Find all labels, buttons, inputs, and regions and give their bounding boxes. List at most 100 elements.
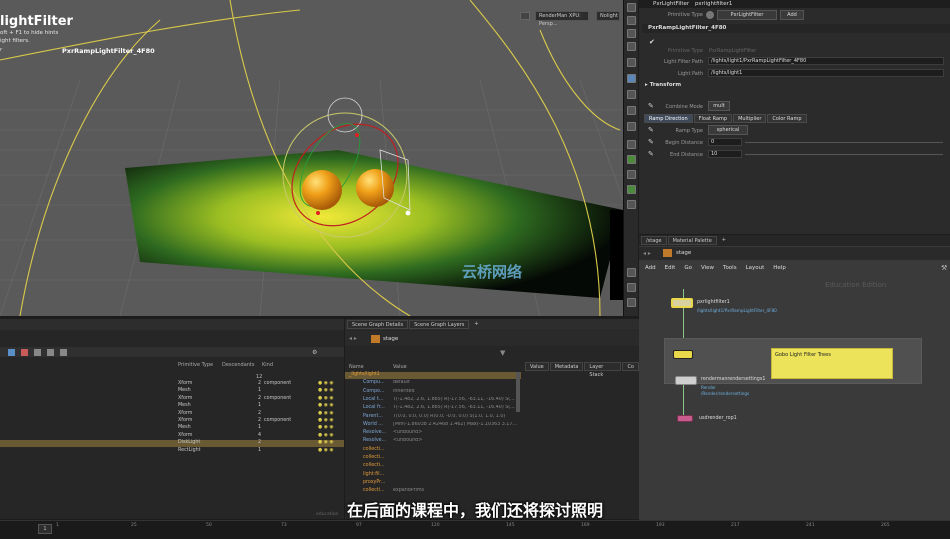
sort-icon[interactable]	[47, 348, 54, 356]
lock-icon[interactable]	[627, 42, 636, 51]
isolate-icon[interactable]	[627, 200, 636, 209]
wrench-icon[interactable]: ⚒	[941, 264, 947, 272]
render-settings-node[interactable]	[675, 376, 697, 385]
detail-row[interactable]: Local fr... T(-1.482, 2.6, 1.865) R(-17.5…	[345, 405, 521, 412]
scene-viewport[interactable]: lightFilter oft + F1 to hide hints ight …	[0, 0, 623, 316]
camera-icon[interactable]	[627, 29, 636, 38]
ghost-icon[interactable]	[627, 170, 636, 179]
detail-row[interactable]: Compu... default	[345, 380, 521, 387]
usdrender-rop-node[interactable]	[677, 415, 693, 422]
table-row[interactable]: Xform 2 component ● ◉ ◉	[0, 418, 344, 425]
tab-color-ramp[interactable]: Color Ramp	[767, 114, 807, 123]
visibility-icon[interactable]	[627, 155, 636, 164]
handle-icon[interactable]	[627, 268, 636, 277]
tab-co[interactable]: Co	[622, 362, 639, 371]
primitive-type-menu[interactable]: PxrLightFilter	[717, 10, 777, 20]
detail-row[interactable]: World ... [Min(-1.86038 2.42468 1.462) Ma…	[345, 422, 521, 429]
selected-node[interactable]	[673, 350, 693, 359]
search-icon[interactable]	[60, 348, 67, 356]
table-row[interactable]: Mesh 1 ● ◉ ◉	[0, 425, 344, 432]
renderer-menu[interactable]: RenderMan XPU: Persp...	[535, 11, 589, 27]
render-icon[interactable]	[627, 140, 636, 149]
detail-row[interactable]: Resolve... <unbound>	[345, 430, 521, 437]
filter-section-header[interactable]: PxrRampLightFilter_4F80	[642, 24, 950, 33]
tab-metadata[interactable]: Metadata	[549, 362, 584, 371]
render-icon[interactable]	[21, 348, 28, 356]
light-path-field[interactable]: /lights/light1	[708, 69, 944, 77]
detail-row[interactable]: Resolve... <unbound>	[345, 438, 521, 445]
back-arrow-icon[interactable]: ◂ ▸	[349, 335, 357, 342]
visibility-icon[interactable]: ● ◉ ◉	[318, 448, 334, 453]
snapshot-icon[interactable]	[627, 298, 636, 307]
menu-layout[interactable]: Layout	[746, 265, 765, 271]
pxrlightfilter-node[interactable]	[671, 298, 693, 308]
filter-icon[interactable]	[34, 348, 41, 356]
detail-row[interactable]: proxyPr...	[345, 480, 521, 487]
visibility-icon[interactable]: ● ◉ ◉	[318, 433, 334, 438]
column-name[interactable]: Name	[349, 364, 364, 370]
tab-scene-graph-layers[interactable]: Scene Graph Layers	[409, 320, 470, 329]
column-kind[interactable]: Kind	[262, 362, 273, 368]
snap-icon[interactable]	[627, 122, 636, 131]
end-distance-field[interactable]: 10	[708, 150, 742, 158]
detail-row[interactable]: _lights/light1	[345, 372, 521, 379]
visibility-icon[interactable]: ● ◉ ◉	[318, 440, 334, 445]
table-row[interactable]: Xform 2 component ● ◉ ◉	[0, 396, 344, 403]
wireframe-icon[interactable]	[627, 90, 636, 99]
timeline[interactable]: 1 1 25 50 73 97 120 145 169 193 217 241 265	[0, 520, 950, 538]
begin-distance-slider[interactable]	[745, 142, 943, 143]
details-path[interactable]: stage	[383, 336, 398, 342]
ramp-type-menu[interactable]: spherical	[708, 125, 748, 135]
visibility-icon[interactable]: ● ◉ ◉	[318, 388, 334, 393]
visibility-icon[interactable]: ● ◉ ◉	[318, 411, 334, 416]
column-primitive-type[interactable]: Primitive Type	[178, 362, 213, 368]
visibility-icon[interactable]: ● ◉ ◉	[318, 418, 334, 423]
table-row[interactable]: Xform 4 ● ◉ ◉	[0, 433, 344, 440]
checkbox-icon[interactable]: ✔	[649, 38, 655, 46]
gear-icon[interactable]	[627, 3, 636, 12]
bbox-icon[interactable]	[627, 185, 636, 194]
grid-icon[interactable]	[627, 106, 636, 115]
add-button[interactable]: Add	[780, 10, 804, 20]
begin-distance-field[interactable]: 0	[708, 138, 742, 146]
column-value[interactable]: Value	[393, 364, 407, 370]
menu-go[interactable]: Go	[684, 265, 692, 271]
visibility-icon[interactable]: ● ◉ ◉	[318, 396, 334, 401]
detail-row[interactable]: Parent... T(0.0, 0.0, 0.0) R(0.0, -0.0, 0…	[345, 414, 521, 421]
detail-row[interactable]: collecti...	[345, 447, 521, 454]
pose-icon[interactable]	[627, 283, 636, 292]
camera-icon[interactable]	[520, 12, 530, 20]
gear-icon[interactable]: ⚙	[312, 349, 317, 356]
display-menu[interactable]: Nolight	[596, 11, 620, 21]
column-descendants[interactable]: Descendants	[222, 362, 255, 368]
menu-tools[interactable]: Tools	[723, 265, 737, 271]
sticky-note[interactable]: Gobo Light Filter Trees	[771, 348, 893, 379]
detail-row[interactable]: light:fil...	[345, 472, 521, 479]
combine-mode-menu[interactable]: mult	[708, 101, 730, 111]
node-name[interactable]: pxrlightfilter1	[695, 1, 733, 7]
tab-float-ramp[interactable]: Float Ramp	[693, 114, 733, 123]
end-distance-slider[interactable]	[745, 154, 943, 155]
table-row[interactable]: RectLight 1 ● ◉ ◉	[0, 448, 344, 455]
detail-row[interactable]: collecti...	[345, 463, 521, 470]
detail-row[interactable]: collecti... expandPrims	[345, 488, 521, 495]
menu-help[interactable]: Help	[773, 265, 786, 271]
table-row[interactable]: Xform 2 ● ◉ ◉	[0, 411, 344, 418]
add-tab-icon[interactable]: +	[718, 236, 730, 245]
table-row[interactable]: Mesh 1 ● ◉ ◉	[0, 388, 344, 395]
detail-row[interactable]: collecti...	[345, 455, 521, 462]
filter-icon[interactable]: ▼	[500, 349, 505, 357]
detail-row[interactable]: Compo... inherited	[345, 389, 521, 396]
tab-material-palette[interactable]: Material Palette	[667, 236, 717, 245]
menu-view[interactable]: View	[701, 265, 714, 271]
table-row[interactable]: DiskLight 2 ● ◉ ◉	[0, 440, 344, 448]
menu-add[interactable]: Add	[645, 265, 656, 271]
visibility-icon[interactable]: ● ◉ ◉	[318, 425, 334, 430]
display-icon[interactable]	[627, 16, 636, 25]
visibility-icon[interactable]: ● ◉ ◉	[318, 403, 334, 408]
add-tab-icon[interactable]: +	[470, 320, 482, 329]
table-row[interactable]: Xform 2 component ● ◉ ◉	[0, 381, 344, 388]
shading-icon[interactable]	[627, 74, 636, 83]
tab-scene-graph-details[interactable]: Scene Graph Details	[347, 320, 409, 329]
table-row[interactable]: Mesh 1 ● ◉ ◉	[0, 403, 344, 410]
